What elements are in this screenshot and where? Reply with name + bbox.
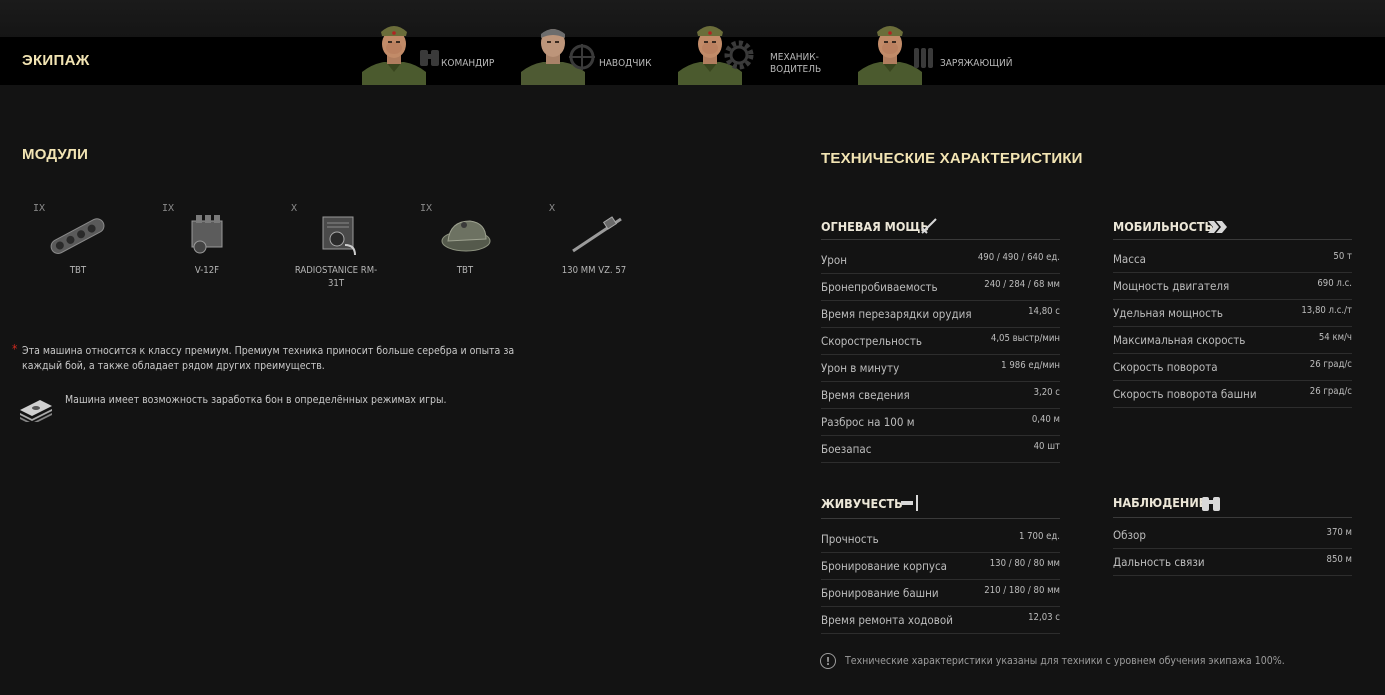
spec-row: Максимальная скорость 54 км/ч (1113, 327, 1352, 354)
spec-row: Мощность двигателя 690 л.с. (1113, 273, 1352, 300)
premium-note: Эта машина относится к классу премиум. П… (22, 345, 515, 372)
shells-icon (914, 48, 933, 68)
module-gun[interactable]: X 130 MM VZ. 57 (549, 203, 639, 293)
mobility-title: МОБИЛЬНОСТЬ (1113, 219, 1214, 234)
firepower-title: ОГНЕВАЯ МОЩЬ (821, 219, 929, 234)
module-name: 130 MM VZ. 57 (561, 265, 627, 276)
spec-row: Скорость поворота башни 26 град/с (1113, 381, 1352, 408)
tracks-icon (50, 218, 105, 254)
survivability-divider (821, 518, 1060, 519)
repair-icon (901, 495, 918, 511)
spec-row: Время сведения 3,20 с (821, 382, 1060, 409)
spec-row: Дальность связи 850 м (1113, 549, 1352, 576)
mobility-divider (1113, 239, 1352, 240)
sword-icon (921, 218, 937, 234)
spec-row: Удельная мощность 13,80 л.с./т (1113, 300, 1352, 327)
observation-divider (1113, 517, 1352, 518)
survivability-title: ЖИВУЧЕСТЬ (821, 496, 903, 511)
crew-role-label: ЗАРЯЖАЮЩИЙ (940, 58, 1013, 69)
specs-title: ТЕХНИЧЕСКИЕ ХАРАКТЕРИСТИКИ (821, 150, 1083, 167)
spec-row: Скорость поворота 26 град/с (1113, 354, 1352, 381)
module-name: TBT (456, 265, 474, 276)
module-turret[interactable]: IX TBT (420, 203, 510, 293)
module-tier: X (549, 203, 556, 214)
gun-icon (572, 216, 622, 253)
bonds-note: Машина имеет возможность заработка бон в… (65, 394, 447, 406)
premium-star-icon: * (12, 342, 18, 356)
turret-icon (441, 220, 491, 252)
module-name: TBT (69, 265, 87, 276)
module-radio[interactable]: X RADIOSTANICE RM-31T (291, 203, 381, 293)
module-name: V-12F (194, 265, 220, 276)
crew-role-label: КОМАНДИР (441, 58, 495, 69)
spec-row: Урон в минуту 1 986 ед/мин (821, 355, 1060, 382)
engine-icon (191, 215, 223, 254)
crew-title: ЭКИПАЖ (22, 52, 90, 69)
info-icon: ! (820, 653, 836, 669)
binoculars-icon (1202, 497, 1220, 511)
module-tier: X (291, 203, 298, 214)
specs-footnote: Технические характеристики указаны для т… (845, 655, 1285, 667)
bonds-icon (20, 400, 52, 422)
radio-icon (322, 216, 356, 256)
spec-row: Обзор 370 м (1113, 522, 1352, 549)
spec-row: Бронирование корпуса 130 / 80 / 80 мм (821, 553, 1060, 580)
mobility-table: Масса 50 т Мощность двигателя 690 л.с. Уде… (1113, 246, 1352, 408)
crosshair-icon (569, 44, 595, 70)
spec-row: Скорострельность 4,05 выстр/мин (821, 328, 1060, 355)
module-engine[interactable]: IX V-12F (162, 203, 252, 293)
module-tracks[interactable]: IX TBT (33, 203, 123, 293)
firepower-table: Урон 490 / 490 / 640 ед. Бронепробиваемос… (821, 247, 1060, 463)
binoculars-icon (420, 50, 439, 66)
spec-row: Бронирование башни 210 / 180 / 80 мм (821, 580, 1060, 607)
crew-role-label: МЕХАНИК-ВОДИТЕЛЬ (770, 52, 822, 75)
spec-row: Урон 490 / 490 / 640 ед. (821, 247, 1060, 274)
spec-row: Масса 50 т (1113, 246, 1352, 273)
spec-row: Бронепробиваемость 240 / 284 / 68 мм (821, 274, 1060, 301)
gear-icon (724, 40, 754, 70)
double-chevron-icon (1208, 221, 1227, 233)
spec-row: Время перезарядки орудия 14,80 с (821, 301, 1060, 328)
spec-row: Боезапас 40 шт (821, 436, 1060, 463)
spec-row: Разброс на 100 м 0,40 м (821, 409, 1060, 436)
module-name: RADIOSTANICE RM-31T (294, 265, 378, 289)
spec-row: Время ремонта ходовой 12,03 с (821, 607, 1060, 634)
observation-title: НАБЛЮДЕНИЕ (1113, 495, 1207, 510)
observation-table: Обзор 370 м Дальность связи 850 м (1113, 522, 1352, 576)
modules-title: МОДУЛИ (22, 146, 89, 163)
crew-role-label: НАВОДЧИК (599, 58, 652, 69)
spec-row: Прочность 1 700 ед. (821, 526, 1060, 553)
firepower-divider (821, 239, 1060, 240)
survivability-table: Прочность 1 700 ед. Бронирование корпуса 1… (821, 526, 1060, 634)
